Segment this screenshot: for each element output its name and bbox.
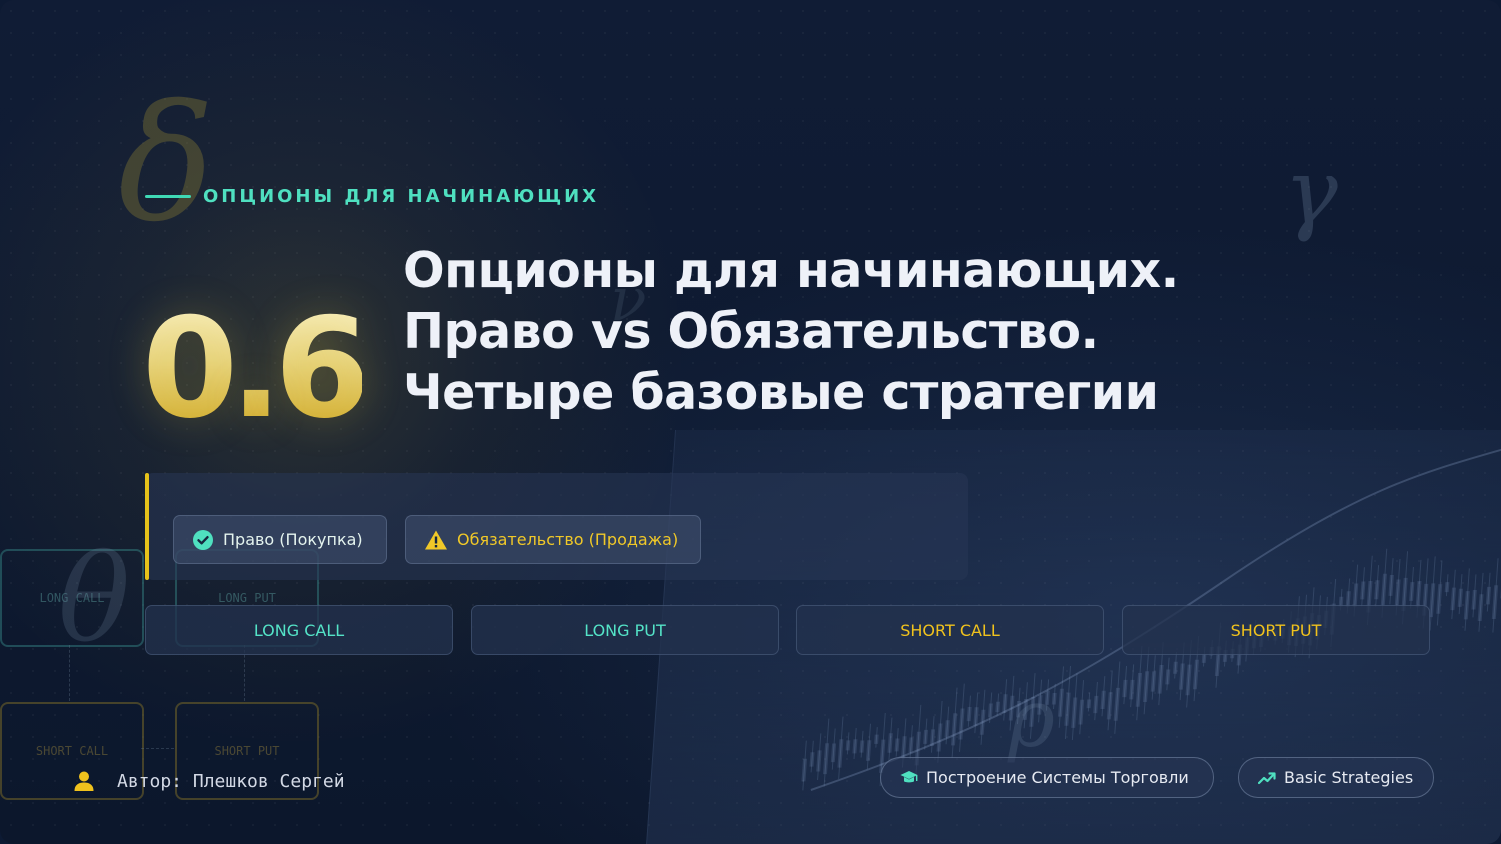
candle-body: [1388, 574, 1394, 596]
candle-body: [1192, 659, 1199, 690]
candle-body: [1444, 582, 1450, 593]
tag-label: Построение Системы Торговли: [926, 768, 1189, 787]
tag-system-building[interactable]: Построение Системы Торговли: [880, 757, 1214, 798]
candle-body: [1113, 687, 1121, 721]
candle-body: [1057, 688, 1064, 717]
candle-body: [1477, 594, 1484, 621]
delta-symbol: δ: [118, 70, 215, 257]
candle-body: [1086, 699, 1092, 709]
candle-body: [1374, 580, 1380, 600]
strategy-short-call[interactable]: SHORT CALL: [796, 605, 1104, 655]
candle-body: [894, 738, 900, 752]
candle-body: [1129, 679, 1135, 700]
rho-symbol: ρ: [1008, 672, 1056, 765]
lesson-number: 0.6: [142, 288, 370, 449]
candle-body: [887, 733, 893, 753]
candle-body: [1457, 588, 1463, 607]
page-title: Опционы для начинающих. Право vs Обязате…: [403, 240, 1179, 423]
theta-symbol: θ: [58, 530, 131, 669]
candle-body: [923, 729, 929, 744]
candle-body: [845, 740, 851, 751]
user-icon: [74, 771, 94, 791]
kicker-text: ОПЦИОНЫ ДЛЯ НАЧИНАЮЩИХ: [203, 186, 600, 207]
candle-body: [830, 743, 837, 763]
candle-body: [1165, 669, 1171, 685]
title-line: Право vs Обязательство.: [403, 303, 1099, 360]
candle-body: [1172, 661, 1178, 674]
candle-body: [1078, 699, 1085, 725]
candle-body: [874, 734, 879, 744]
candle-body: [865, 740, 872, 761]
candle-body: [1185, 664, 1192, 696]
trend-up-icon: [1258, 771, 1276, 784]
candle-body: [859, 740, 865, 753]
candle-body: [852, 739, 858, 754]
diagram-connector: [141, 748, 174, 749]
kicker: ОПЦИОНЫ ДЛЯ НАЧИНАЮЩИХ: [145, 186, 599, 207]
strategy-long-call[interactable]: LONG CALL: [145, 605, 453, 655]
candle-body: [837, 739, 844, 768]
candle-body: [1450, 587, 1457, 611]
legend-obligation-label: Обязательство (Продажа): [457, 530, 679, 549]
candle-body: [1471, 589, 1477, 610]
legend-accent-bar: [145, 473, 149, 580]
candle-body: [908, 737, 914, 753]
author: Автор: Плешков Сергей: [73, 770, 345, 792]
candle-body: [1064, 692, 1071, 726]
gamma-symbol: γ: [1284, 140, 1338, 245]
candle-body: [1143, 671, 1150, 702]
title-line: Четыре базовые стратегии: [403, 364, 1159, 421]
candle-body: [950, 713, 958, 746]
candle-body: [1394, 579, 1401, 606]
candle-body: [1491, 585, 1499, 620]
legend-right-chip: Право (Покупка): [173, 515, 387, 564]
candle-body: [1380, 573, 1387, 606]
candle-body: [1135, 673, 1143, 707]
candle-body: [1352, 583, 1359, 608]
legend-panel: Право (Покупка) Обязательство (Продажа): [145, 473, 968, 580]
candle-body: [809, 752, 815, 767]
candle-body: [958, 708, 965, 740]
candle-body: [1071, 697, 1078, 728]
author-name: Автор: Плешков Сергей: [117, 770, 345, 792]
title-line: Опционы для начинающих.: [403, 242, 1179, 299]
candle-body: [1415, 580, 1422, 608]
candle-body: [1150, 671, 1157, 692]
strategy-short-put[interactable]: SHORT PUT: [1122, 605, 1430, 655]
candle-body: [973, 707, 979, 726]
candle-body: [944, 720, 950, 738]
candle-body: [801, 758, 808, 782]
candle-body: [816, 750, 822, 772]
candle-body: [1436, 584, 1443, 614]
candle-body: [1409, 582, 1415, 601]
candle-body: [1157, 665, 1164, 694]
graduation-cap-icon: [900, 770, 918, 782]
candle-body: [1100, 690, 1106, 709]
candle-body: [1201, 653, 1207, 663]
candle-body: [1093, 695, 1099, 714]
warning-icon: [425, 530, 447, 549]
candle-body: [1360, 581, 1366, 600]
candle-body: [1178, 663, 1185, 690]
kicker-line: [145, 195, 191, 198]
tag-label: Basic Strategies: [1284, 768, 1414, 787]
candle-body: [822, 743, 830, 775]
candle-body: [1485, 586, 1492, 605]
legend-right-label: Право (Покупка): [223, 530, 363, 549]
slide: δ γ ν ρ LONG CALL LONG PUT SHORT CALL SH…: [0, 0, 1501, 844]
strategy-long-put[interactable]: LONG PUT: [471, 605, 779, 655]
candle-body: [995, 701, 1001, 713]
candle-body: [966, 706, 972, 722]
tag-basic-strategies[interactable]: Basic Strategies: [1238, 757, 1434, 798]
candle-body: [1463, 591, 1470, 620]
candle-body: [987, 703, 993, 718]
legend-obligation-chip: Обязательство (Продажа): [405, 515, 701, 564]
candle-body: [936, 723, 943, 752]
candle-body: [1106, 692, 1113, 720]
candle-body: [1122, 679, 1128, 698]
check-circle-icon: [193, 529, 213, 550]
